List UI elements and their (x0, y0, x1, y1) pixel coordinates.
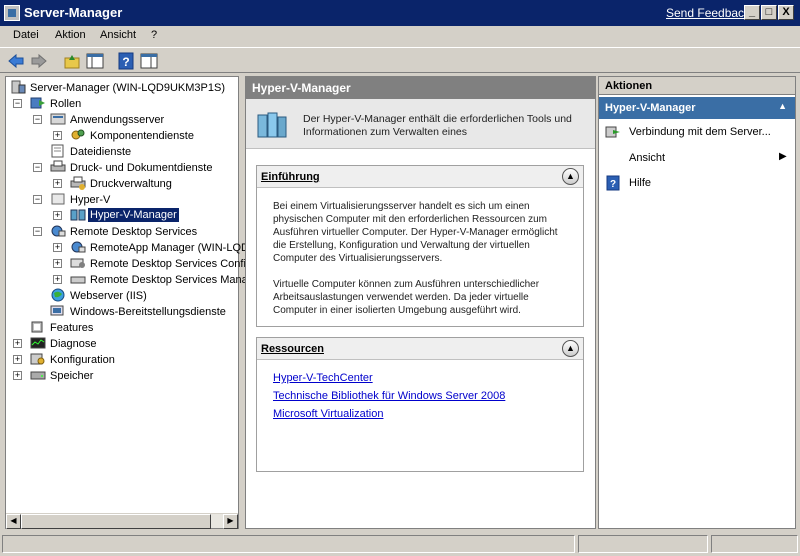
rds-configuration-icon (70, 256, 86, 270)
collapse-toggle[interactable]: − (33, 195, 42, 204)
expand-toggle[interactable]: + (53, 259, 62, 268)
expand-toggle[interactable]: + (13, 371, 22, 380)
globe-icon (50, 288, 66, 302)
collapse-up-icon[interactable]: ▲ (778, 101, 787, 111)
center-pane: Hyper-V-Manager Der Hyper-V-Manager enth… (245, 76, 596, 529)
rds-manager-icon (70, 272, 86, 286)
show-hide-action-pane-icon[interactable] (139, 51, 159, 71)
expand-toggle[interactable]: + (53, 211, 62, 220)
einfuehrung-section: Einführung ▲ Bei einem Virtualisierungss… (256, 165, 584, 327)
status-bar (0, 533, 800, 556)
features-icon (30, 320, 46, 334)
einfuehrung-paragraph-2: Virtuelle Computer können zum Ausführen … (273, 279, 540, 316)
svg-text:?: ? (610, 179, 616, 190)
deployment-services-icon (50, 304, 66, 318)
expand-toggle[interactable]: + (13, 339, 22, 348)
storage-icon (30, 368, 46, 382)
link-hyperv-techcenter[interactable]: Hyper-V-TechCenter (273, 372, 373, 384)
actions-section-label: Hyper-V-Manager (605, 102, 696, 114)
remoteapp-icon (70, 240, 86, 254)
status-panel-main (2, 535, 575, 553)
expand-toggle[interactable]: + (53, 131, 62, 140)
menu-datei[interactable]: Datei (13, 29, 39, 41)
maximize-button[interactable]: □ (761, 5, 777, 20)
collapse-up-icon[interactable]: ▲ (562, 340, 579, 357)
file-services-icon (50, 144, 66, 158)
action-hilfe[interactable]: ? Hilfe (599, 172, 795, 194)
configuration-icon (30, 352, 46, 366)
action-ansicht[interactable]: Ansicht ▶ (599, 147, 795, 169)
collapse-toggle[interactable]: − (33, 163, 42, 172)
ressourcen-section: Ressourcen ▲ Hyper-V-TechCenter Technisc… (256, 337, 584, 472)
up-folder-icon[interactable] (62, 51, 82, 71)
send-feedback-link[interactable]: Send Feedback (666, 6, 750, 20)
link-technische-bibliothek[interactable]: Technische Bibliothek für Windows Server… (273, 390, 505, 402)
intro-text: Der Hyper-V-Manager enthält die erforder… (303, 113, 572, 138)
svg-text:?: ? (122, 55, 129, 69)
collapse-toggle[interactable]: − (13, 99, 22, 108)
close-button[interactable]: X (778, 5, 794, 20)
menu-bar: Datei Aktion Ansicht ? (0, 26, 800, 46)
collapse-toggle[interactable]: − (33, 227, 42, 236)
server-icon (10, 80, 26, 94)
hyperv-servers-icon (256, 109, 288, 144)
actions-section-header[interactable]: Hyper-V-Manager ▲ (599, 97, 795, 119)
back-arrow-icon[interactable] (6, 51, 26, 71)
ressourcen-title: Ressourcen (257, 338, 583, 360)
menu-ansicht[interactable]: Ansicht (100, 29, 136, 41)
expand-toggle[interactable]: + (13, 355, 22, 364)
actions-pane: Aktionen Hyper-V-Manager ▲ Verbindung mi… (598, 76, 796, 529)
minimize-button[interactable]: _ (744, 5, 760, 20)
navigation-tree: Server-Manager (WIN-LQD9UKM3P1S) − Rolle… (5, 76, 249, 529)
submenu-arrow-icon: ▶ (779, 151, 787, 162)
einfuehrung-title: Einführung (257, 166, 583, 188)
collapse-toggle[interactable]: − (33, 115, 42, 124)
help-icon: ? (605, 175, 621, 194)
help-icon[interactable]: ? (116, 51, 136, 71)
title-bar: Server-Manager Send Feedback _ □ X (0, 0, 800, 26)
print-management-icon (70, 176, 86, 190)
server-manager-app-icon (4, 5, 20, 21)
scroll-thumb[interactable] (21, 514, 211, 529)
collapse-up-icon[interactable]: ▲ (562, 168, 579, 185)
component-services-icon (70, 128, 86, 142)
menu-help[interactable]: ? (151, 29, 157, 41)
einfuehrung-paragraph-1: Bei einem Virtualisierungsserver handelt… (273, 201, 558, 264)
roles-icon (30, 96, 46, 110)
status-panel-3 (711, 535, 798, 553)
expand-toggle[interactable]: + (53, 179, 62, 188)
center-header: Hyper-V-Manager (246, 77, 595, 99)
scroll-left-icon[interactable]: ◀ (6, 514, 21, 529)
diagnostics-icon (30, 336, 46, 350)
status-panel-2 (578, 535, 708, 553)
scroll-right-icon[interactable]: ▶ (223, 514, 238, 529)
remote-desktop-icon (50, 224, 66, 238)
expand-toggle[interactable]: + (53, 243, 62, 252)
actions-title: Aktionen (599, 77, 795, 95)
application-server-icon (50, 112, 66, 126)
window-title: Server-Manager (24, 5, 123, 20)
tree-horizontal-scrollbar[interactable]: ◀ ▶ (6, 513, 238, 529)
toolbar: ? (0, 47, 800, 73)
printer-icon (50, 160, 66, 174)
hyperv-manager-icon (70, 208, 86, 222)
expand-toggle[interactable]: + (53, 275, 62, 284)
forward-arrow-icon[interactable] (29, 51, 49, 71)
show-hide-tree-icon[interactable] (85, 51, 105, 71)
link-microsoft-virtualization[interactable]: Microsoft Virtualization (273, 408, 383, 420)
hyperv-icon (50, 192, 66, 206)
menu-aktion[interactable]: Aktion (55, 29, 86, 41)
intro-strip: Der Hyper-V-Manager enthält die erforder… (246, 99, 595, 149)
connect-server-icon (605, 124, 621, 143)
action-connect-server[interactable]: Verbindung mit dem Server... (599, 121, 795, 143)
